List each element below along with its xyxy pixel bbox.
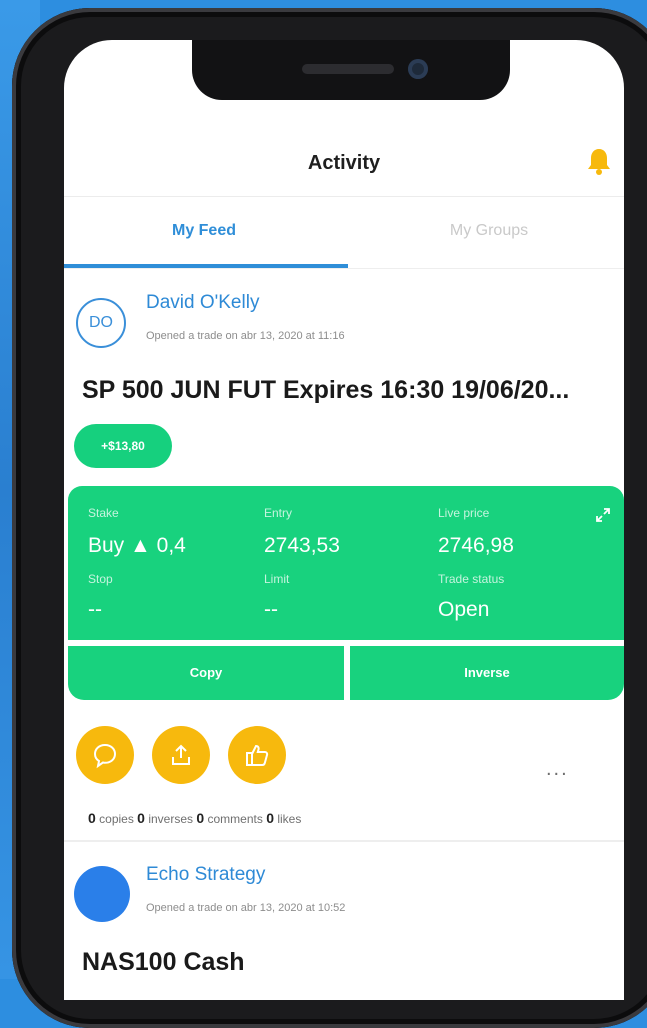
instrument-title[interactable]: SP 500 JUN FUT Expires 16:30 19/06/20... — [82, 376, 569, 405]
entry-label: Entry — [264, 506, 293, 520]
page-title: Activity — [307, 152, 381, 174]
likes-count: 0 — [266, 810, 274, 826]
limit-label: Limit — [264, 572, 290, 586]
post-meta: Opened a trade on abr 13, 2020 at 11:16 — [146, 330, 345, 342]
stop-value: -- — [88, 598, 102, 621]
copies-count: 0 — [88, 810, 96, 826]
comment-button[interactable] — [76, 726, 134, 784]
inverses-count: 0 — [137, 810, 145, 826]
feed-tabs: My Feed My Groups — [64, 198, 624, 269]
stake-label: Stake — [88, 506, 119, 520]
trade-card[interactable]: Stake Buy ▲ 0,4 Entry 2743,53 Live price… — [68, 486, 624, 640]
copy-button[interactable]: Copy — [68, 646, 344, 700]
stop-label: Stop — [88, 572, 113, 586]
post-author[interactable]: David O'Kelly — [146, 292, 259, 314]
entry-value: 2743,53 — [264, 534, 340, 557]
trade-status-label: Trade status — [438, 572, 505, 586]
avatar[interactable] — [74, 866, 130, 922]
phone-notch — [192, 40, 510, 100]
live-price-value: 2746,98 — [438, 534, 514, 557]
app-screen: Activity My Feed My Groups DO David O'Ke… — [64, 40, 624, 1000]
tab-my-feed[interactable]: My Feed — [64, 222, 344, 240]
pnl-badge: +$13,80 — [74, 424, 172, 468]
comments-label: comments — [207, 812, 263, 826]
share-icon — [172, 744, 190, 765]
limit-value: -- — [264, 598, 278, 621]
like-button[interactable] — [228, 726, 286, 784]
post-divider — [64, 840, 624, 842]
front-camera — [408, 59, 428, 79]
trade-status-value: Open — [438, 598, 490, 621]
stake-value: Buy ▲ 0,4 — [88, 534, 186, 557]
inverse-button[interactable]: Inverse — [350, 646, 624, 700]
post-stats: 0 copies 0 inverses 0 comments 0 likes — [88, 810, 301, 826]
likes-label: likes — [277, 812, 302, 826]
active-tab-indicator — [64, 264, 348, 268]
post-meta: Opened a trade on abr 13, 2020 at 10:52 — [146, 902, 346, 914]
copies-label: copies — [99, 812, 134, 826]
share-button[interactable] — [152, 726, 210, 784]
tab-my-groups[interactable]: My Groups — [349, 222, 624, 240]
comment-icon — [93, 743, 117, 769]
instrument-title[interactable]: NAS100 Cash — [82, 948, 245, 977]
speaker-grille — [302, 64, 394, 74]
like-icon — [246, 744, 269, 766]
phone-frame: Activity My Feed My Groups DO David O'Ke… — [12, 8, 647, 1028]
comments-count: 0 — [196, 810, 205, 826]
expand-icon[interactable] — [596, 508, 610, 522]
bell-icon[interactable] — [586, 146, 612, 176]
app-header: Activity — [64, 132, 624, 197]
live-price-label: Live price — [438, 506, 490, 520]
post-author[interactable]: Echo Strategy — [146, 864, 265, 886]
avatar[interactable]: DO — [76, 298, 126, 348]
inverses-label: inverses — [148, 812, 193, 826]
more-options-icon[interactable]: ... — [546, 758, 569, 781]
